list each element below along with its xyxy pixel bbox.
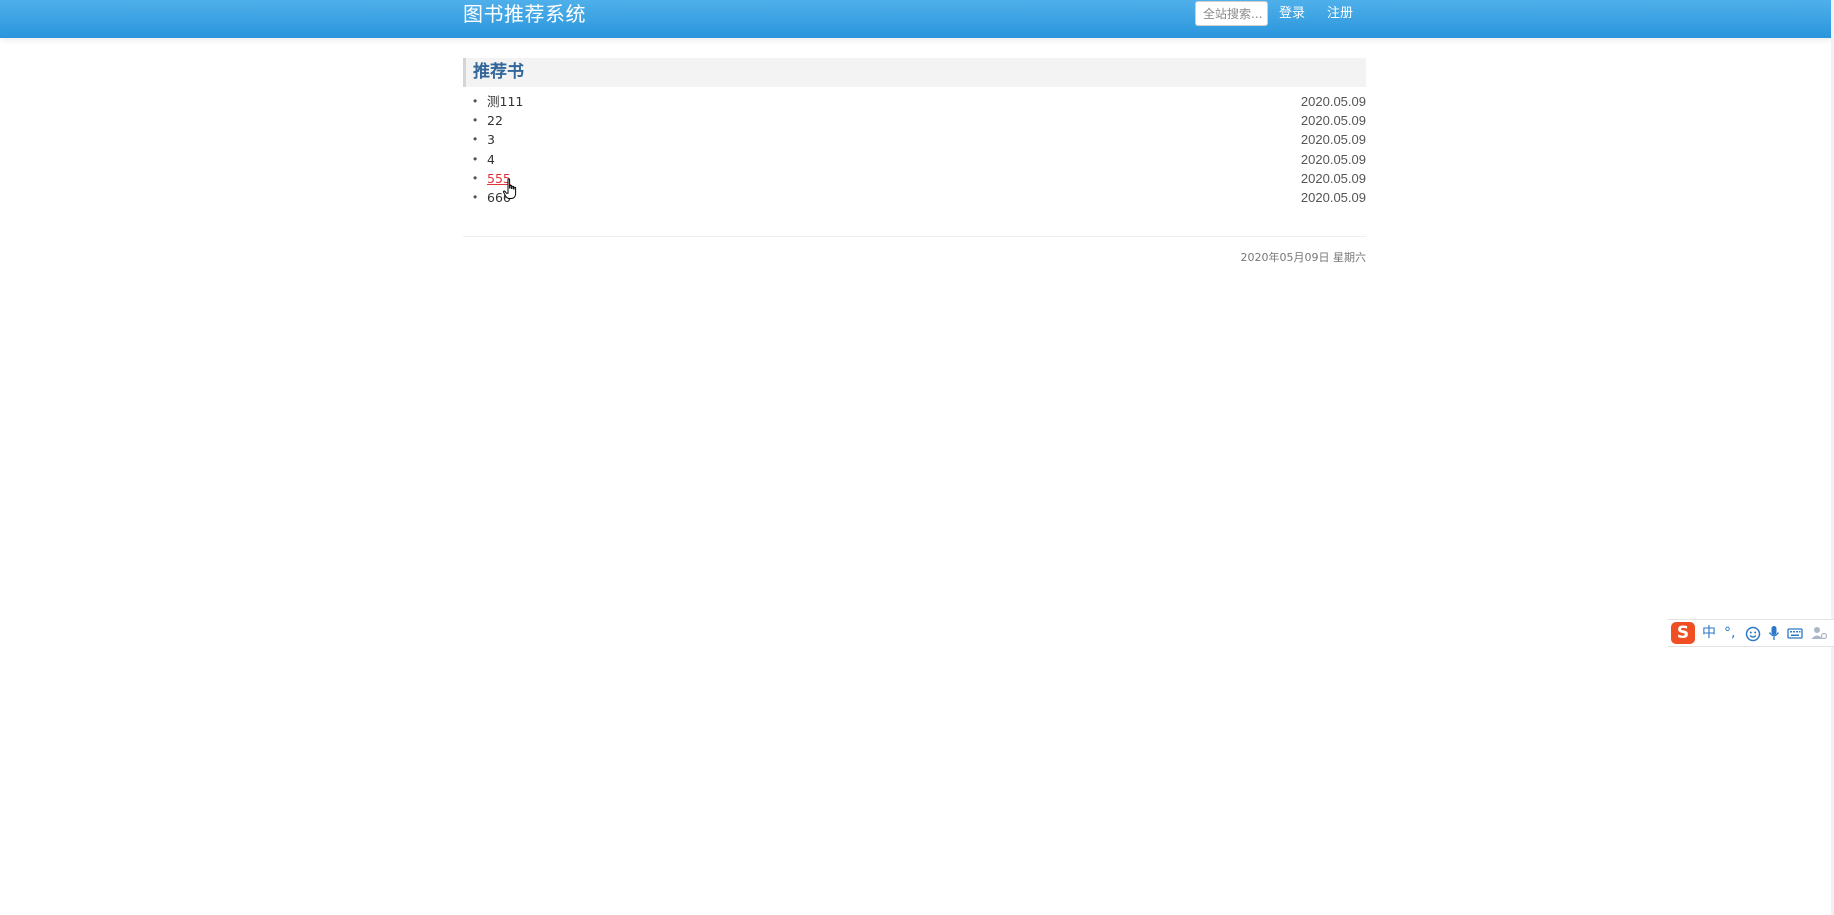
recommended-books-header: 推荐书 <box>463 58 1366 87</box>
bullet-icon: • <box>473 132 478 147</box>
book-list-item: • 4 2020.05.09 <box>463 150 1366 169</box>
book-date: 2020.05.09 <box>1300 189 1366 205</box>
section-title: 推荐书 <box>473 62 524 82</box>
book-title-link[interactable]: 3 <box>487 130 495 149</box>
bullet-icon: • <box>473 113 478 128</box>
sogou-logo-icon[interactable]: S <box>1671 622 1695 644</box>
bullet-icon: • <box>473 189 478 204</box>
book-title-link[interactable]: 4 <box>487 150 495 169</box>
book-list: • 测111 2020.05.09 • 22 2020.05.09 • 3 20… <box>463 92 1366 207</box>
book-date: 2020.05.09 <box>1300 94 1366 109</box>
login-link[interactable]: 登录 <box>1279 6 1305 22</box>
bullet-icon: • <box>473 94 478 108</box>
book-date: 2020.05.09 <box>1300 170 1366 186</box>
microphone-icon[interactable] <box>1768 624 1780 642</box>
ime-chinese-mode[interactable]: 中 <box>1702 624 1716 642</box>
book-list-item: • 测111 2020.05.09 <box>463 92 1366 111</box>
hand-pointer-cursor-icon <box>503 178 517 199</box>
book-title-link[interactable]: 22 <box>487 111 503 130</box>
book-date: 2020.05.09 <box>1300 132 1366 148</box>
book-list-item: • 22 2020.05.09 <box>463 111 1366 130</box>
footer-divider <box>463 236 1366 237</box>
bullet-icon: • <box>473 170 478 185</box>
ime-toolbar[interactable]: S 中 °, <box>1668 619 1834 647</box>
user-icon[interactable] <box>1810 624 1828 642</box>
ime-punctuation[interactable]: °, <box>1724 624 1735 642</box>
site-brand[interactable]: 图书推荐系统 <box>463 2 586 26</box>
top-navbar: 图书推荐系统 登录 注册 <box>0 0 1834 38</box>
book-list-item: • 3 2020.05.09 <box>463 130 1366 149</box>
emoji-icon[interactable] <box>1745 624 1761 642</box>
keyboard-icon[interactable] <box>1787 624 1803 642</box>
bullet-icon: • <box>473 151 478 166</box>
book-title-link[interactable]: 测111 <box>487 92 523 111</box>
site-search-input[interactable] <box>1195 1 1268 26</box>
book-date: 2020.05.09 <box>1300 151 1366 167</box>
book-list-item: • 555 2020.05.09 <box>463 169 1366 188</box>
book-list-item: • 666 2020.05.09 <box>463 188 1366 207</box>
register-link[interactable]: 注册 <box>1327 6 1353 22</box>
footer-date: 2020年05月09日 星期六 <box>1240 251 1367 264</box>
book-date: 2020.05.09 <box>1300 113 1366 129</box>
